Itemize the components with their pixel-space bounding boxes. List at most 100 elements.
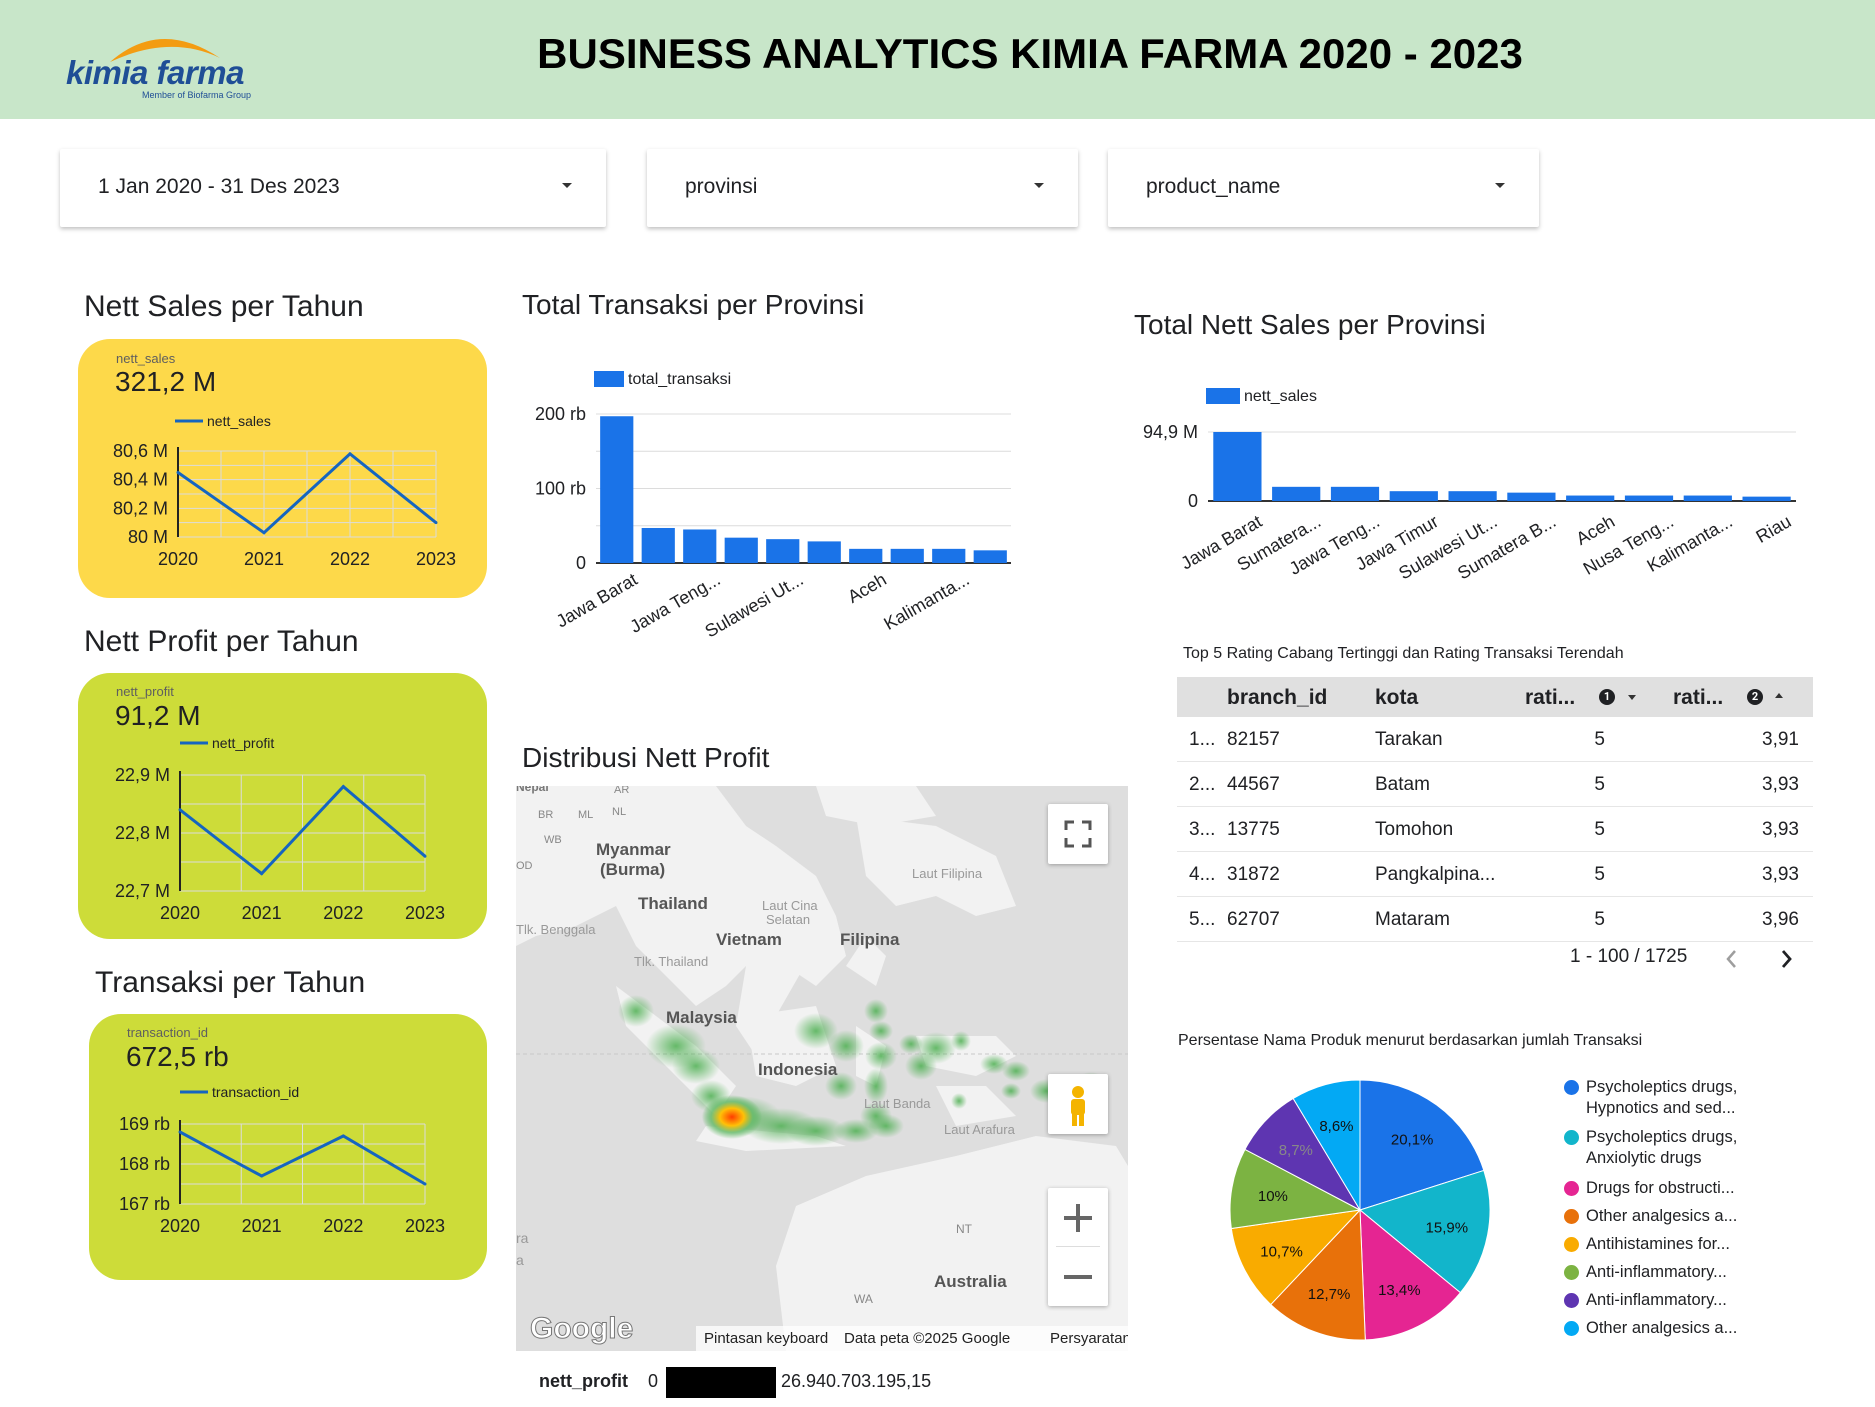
cell-idx: 2... <box>1189 774 1216 795</box>
cell-idx: 4... <box>1189 864 1216 885</box>
map-label: Tlk. Thailand <box>634 954 709 969</box>
product-pie-chart: 20,1% 15,9% 13,4% 12,7% 10,7% 10% 8,7% 8,6% <box>1229 1079 1491 1341</box>
date-range-label: 1 Jan 2020 - 31 Des 2023 <box>98 175 340 198</box>
legend-label: Psycholeptics drugs, <box>1586 1078 1738 1096</box>
keyboard-shortcuts-link[interactable]: Pintasan keyboard <box>704 1330 828 1347</box>
legend-dot-icon <box>1564 1265 1579 1280</box>
cell-branch-id: 44567 <box>1227 774 1280 795</box>
data-point <box>178 808 182 812</box>
pie-legend-item[interactable]: Psycholeptics drugs, Anxiolytic drugs <box>1564 1127 1737 1169</box>
pie-legend-item[interactable]: Other analgesics a... <box>1564 1318 1737 1339</box>
x-tick-label: 2021 <box>242 903 282 923</box>
x-tick-label: 2023 <box>405 1216 445 1236</box>
dropdown-arrow-icon <box>1034 183 1044 188</box>
date-range-filter[interactable]: 1 Jan 2020 - 31 Des 2023 <box>60 149 606 227</box>
y-tick-label: 200 rb <box>535 404 586 424</box>
header-rating-1[interactable]: rati... <box>1525 686 1575 710</box>
table-row[interactable]: 5... 62707 Mataram 5 3,96 <box>1177 897 1813 942</box>
table-row[interactable]: 1... 82157 Tarakan 5 3,91 <box>1177 717 1813 762</box>
header-rating-2[interactable]: rati... <box>1673 686 1723 710</box>
slice-label: 15,9% <box>1426 1220 1469 1237</box>
cell-r2: 3,91 <box>1762 729 1799 750</box>
pie-legend-item[interactable]: Anti-inflammatory... <box>1564 1290 1727 1311</box>
y-tick-label: 94,9 M <box>1143 422 1198 442</box>
product-filter[interactable]: product_name <box>1108 149 1539 227</box>
map-label: Laut Banda <box>864 1096 931 1111</box>
map-label: BR <box>538 809 554 821</box>
heatmap-legend-min: 0 <box>648 1371 659 1391</box>
x-tick-label: 2022 <box>323 1216 363 1236</box>
y-tick-label: 80,2 M <box>113 498 168 518</box>
pie-legend-item[interactable]: Other analgesics a... <box>1564 1206 1737 1227</box>
pie-legend-item[interactable]: Anti-inflammatory... <box>1564 1262 1727 1283</box>
transaksi-provinsi-bar-chart: total_transaksi200 rb100 rb0Jawa BaratJa… <box>535 371 1011 641</box>
legend-label: Anxiolytic drugs <box>1586 1149 1702 1167</box>
map-label: ra <box>516 1230 529 1246</box>
nett-sales-line-chart: nett_sales 80,6 M 80,4 M 80,2 M 80 M2020 2021… <box>113 413 456 569</box>
prev-page-icon[interactable] <box>1722 946 1742 972</box>
table-row[interactable]: 2... 44567 Batam 5 3,93 <box>1177 762 1813 807</box>
x-tick-label: 2021 <box>242 1216 282 1236</box>
x-tick-label: 2023 <box>416 549 456 569</box>
legend-label: nett_sales <box>1244 388 1317 405</box>
legend-swatch-icon <box>594 371 624 387</box>
transaksi-card: transaction_id 672,5 rb transaction_id 16… <box>89 1014 487 1280</box>
pie-legend-item[interactable]: Psycholeptics drugs, Hypnotics and sed... <box>1564 1077 1738 1119</box>
slice-label: 13,4% <box>1378 1282 1421 1299</box>
data-point <box>260 872 264 876</box>
bar <box>1566 495 1615 501</box>
y-tick-label: 22,9 M <box>115 765 170 785</box>
x-tick-label: Kalimanta... <box>880 569 972 634</box>
zoom-out-icon[interactable] <box>1048 1248 1108 1306</box>
next-page-icon[interactable] <box>1776 946 1796 972</box>
bar <box>683 529 717 563</box>
sort-desc-icon[interactable] <box>1628 695 1636 700</box>
legend-label: transaction_id <box>212 1084 299 1100</box>
slice-label: 8,6% <box>1319 1118 1353 1135</box>
data-point <box>262 531 266 535</box>
bar <box>1507 492 1556 501</box>
sort-asc-icon[interactable] <box>1775 693 1783 698</box>
map-label: AR <box>614 786 630 796</box>
map-label: Selatan <box>766 912 811 927</box>
zoom-in-icon[interactable] <box>1048 1188 1108 1246</box>
y-tick-label: 0 <box>1188 491 1198 511</box>
heat-map[interactable]: Nepal AR BR ML NL WB OD Myanmar (Burma) … <box>516 786 1128 1351</box>
y-tick-label: 80,4 M <box>113 470 168 490</box>
pie-legend-item[interactable]: Antihistamines for... <box>1564 1234 1730 1255</box>
map-label: Myanmar <box>596 840 671 859</box>
pie-legend-item[interactable]: Drugs for obstructi... <box>1564 1178 1735 1199</box>
fullscreen-icon <box>1064 820 1092 848</box>
header-kota[interactable]: kota <box>1375 686 1418 710</box>
cell-idx: 5... <box>1189 909 1216 930</box>
slice-label: 10% <box>1258 1188 1288 1205</box>
legend-label: Anti-inflammatory... <box>1586 1291 1727 1309</box>
cell-branch-id: 31872 <box>1227 864 1280 885</box>
table-pagination: 1 - 100 / 1725 <box>1570 946 1688 967</box>
table-row[interactable]: 3... 13775 Tomohon 5 3,93 <box>1177 807 1813 852</box>
nett-sales-title: Nett Sales per Tahun <box>84 290 364 323</box>
cell-branch-id: 13775 <box>1227 819 1280 840</box>
legend-label: total_transaksi <box>628 371 731 388</box>
cell-branch-id: 82157 <box>1227 729 1280 750</box>
cell-r1: 5 <box>1594 864 1605 885</box>
cell-r2: 3,93 <box>1762 774 1799 795</box>
bar <box>1213 432 1262 501</box>
pegman-icon <box>1071 1086 1085 1126</box>
province-filter[interactable]: provinsi <box>647 149 1078 227</box>
nett-sales-provinsi-bar-chart: nett_sales94,9 M0Jawa BaratSumatera...Ja… <box>1143 388 1796 583</box>
y-tick-label: 22,7 M <box>115 881 170 901</box>
header-branch-id[interactable]: branch_id <box>1227 686 1327 710</box>
terms-link[interactable]: Persyaratan <box>1050 1330 1128 1347</box>
map-label: WB <box>544 834 562 846</box>
bar <box>724 537 758 563</box>
table-row[interactable]: 4... 31872 Pangkalpina... 5 3,93 <box>1177 852 1813 897</box>
y-tick-label: 80 M <box>128 527 168 547</box>
street-view-button[interactable] <box>1048 1074 1108 1134</box>
cell-idx: 3... <box>1189 819 1216 840</box>
fullscreen-button[interactable] <box>1048 804 1108 864</box>
data-point <box>423 1182 427 1186</box>
map-label: WA <box>854 1292 873 1306</box>
bar <box>1448 491 1497 501</box>
data-point <box>348 452 352 456</box>
